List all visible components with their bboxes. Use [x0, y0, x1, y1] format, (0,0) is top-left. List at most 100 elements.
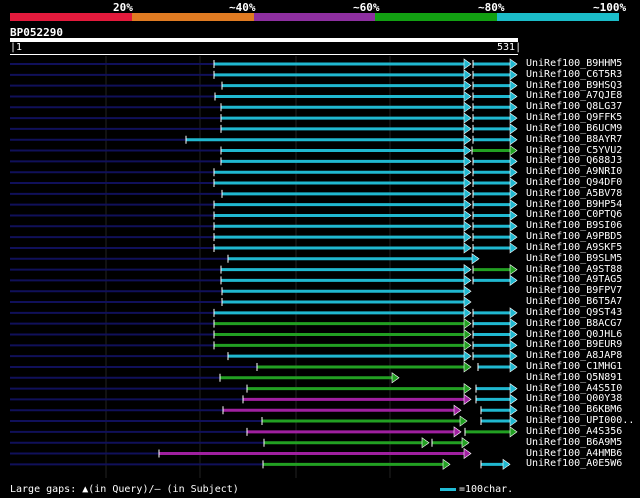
- hit-label-link[interactable]: UniRef100_B8AYR7: [526, 134, 622, 145]
- segment-arrow: [463, 69, 472, 81]
- segment-arrow: [463, 209, 472, 222]
- segment-arrow: [509, 231, 518, 243]
- hit-label-link[interactable]: UniRef100_Q0JHL6: [526, 329, 622, 340]
- hit-label-link[interactable]: UniRef100_Q688J3: [526, 155, 622, 166]
- segment-arrow: [463, 307, 472, 319]
- segment-arrow: [463, 177, 472, 189]
- segment-arrow: [509, 58, 518, 70]
- segment-arrow: [463, 328, 472, 341]
- hit-label-link[interactable]: UniRef100_A9ST88: [526, 264, 622, 275]
- segment-arrow: [463, 296, 472, 308]
- scale-text: =100char.: [459, 484, 514, 495]
- hit-label-link[interactable]: UniRef100_B8ACG7: [526, 318, 622, 329]
- segment-arrow: [463, 220, 472, 232]
- segment-arrow: [463, 58, 472, 70]
- hit-label-link[interactable]: UniRef100_B6T5A7: [526, 296, 622, 307]
- hit-label-link[interactable]: UniRef100_A9SKF5: [526, 242, 622, 253]
- segment-arrow: [463, 199, 472, 211]
- hit-label-link[interactable]: UniRef100_Q8LG37: [526, 101, 622, 112]
- hit-label-link[interactable]: UniRef100_B6UCM9: [526, 123, 622, 134]
- hit-label-link[interactable]: UniRef100_C5YVU2: [526, 145, 622, 156]
- segment-arrow: [463, 155, 472, 167]
- segment-arrow: [459, 415, 468, 427]
- hit-label-link[interactable]: UniRef100_A5BV78: [526, 188, 622, 199]
- segment-arrow: [509, 220, 518, 232]
- segment-arrow: [509, 361, 518, 373]
- hit-label-link[interactable]: UniRef100_A9PBD5: [526, 231, 622, 242]
- segment-arrow: [391, 372, 400, 384]
- hit-label-link[interactable]: UniRef100_A8JAP8: [526, 350, 622, 361]
- segment-arrow: [463, 274, 472, 286]
- hit-label-link[interactable]: UniRef100_A9TAG5: [526, 274, 622, 285]
- segment-arrow: [509, 144, 518, 157]
- segment-arrow: [509, 383, 518, 395]
- segment-arrow: [509, 209, 518, 222]
- hit-label-link[interactable]: UniRef100_C6T5R3: [526, 69, 622, 80]
- segment-arrow: [509, 328, 518, 341]
- hit-label-link[interactable]: UniRef100_B9SLM5: [526, 253, 622, 264]
- segment-arrow: [463, 101, 472, 113]
- gaps-legend: Large gaps: ▲(in Query)/— (in Subject): [10, 484, 239, 495]
- hit-label-link[interactable]: UniRef100_B9HP54: [526, 199, 622, 210]
- segment-arrow: [463, 80, 472, 92]
- hit-label-link[interactable]: UniRef100_B9HHM5: [526, 58, 622, 69]
- segment-arrow: [509, 199, 518, 211]
- segment-arrow: [509, 112, 518, 124]
- segment-arrow: [463, 231, 472, 243]
- segment-arrow: [502, 458, 511, 470]
- segment-arrow: [463, 285, 472, 297]
- hit-label-link[interactable]: UniRef100_Q9FFK5: [526, 112, 622, 123]
- segment-arrow: [509, 307, 518, 319]
- segment-arrow: [509, 350, 518, 362]
- hit-label-link[interactable]: UniRef100_Q5N891: [526, 372, 622, 383]
- segment-arrow: [463, 90, 472, 103]
- segment-arrow: [509, 318, 518, 330]
- segment-arrow: [463, 242, 472, 254]
- segment-arrow: [463, 112, 472, 124]
- segment-arrow: [509, 188, 518, 200]
- segment-arrow: [509, 404, 518, 416]
- hit-label-link[interactable]: UniRef100_C0PTQ6: [526, 209, 622, 220]
- hit-label-link[interactable]: UniRef100_A4HMB6: [526, 448, 622, 459]
- segment-arrow: [463, 166, 472, 178]
- segment-arrow: [471, 253, 480, 265]
- segment-arrow: [509, 155, 518, 167]
- segment-arrow: [453, 426, 462, 438]
- hit-label-link[interactable]: UniRef100_Q94DF0: [526, 177, 622, 188]
- hit-label-link[interactable]: UniRef100_C1MHG1: [526, 361, 622, 372]
- segment-arrow: [461, 437, 470, 449]
- segment-arrow: [463, 447, 472, 460]
- segment-arrow: [509, 69, 518, 81]
- hit-label-link[interactable]: UniRef100_A4S5I0: [526, 383, 622, 394]
- hit-label-link[interactable]: UniRef100_B6KBM6: [526, 404, 622, 415]
- segment-arrow: [509, 242, 518, 254]
- hit-label-link[interactable]: UniRef100_A7QJE8: [526, 90, 622, 101]
- hit-label-link[interactable]: UniRef100_A9NRI0: [526, 166, 622, 177]
- segment-arrow: [463, 393, 472, 406]
- segment-arrow: [463, 339, 472, 351]
- hit-label-link[interactable]: UniRef100_Q00Y38: [526, 393, 622, 404]
- hit-label-link[interactable]: UniRef100_Q9ST43: [526, 307, 622, 318]
- hit-label-link[interactable]: UniRef100_B6A9M5: [526, 437, 622, 448]
- hit-label-link[interactable]: UniRef100_A4S356: [526, 426, 622, 437]
- segment-arrow: [463, 134, 472, 146]
- segment-arrow: [421, 437, 430, 449]
- hit-label-link[interactable]: UniRef100_UPI000..: [526, 415, 634, 426]
- segment-arrow: [509, 263, 518, 276]
- segment-arrow: [509, 101, 518, 113]
- hit-label-link[interactable]: UniRef100_B9FPV7: [526, 285, 622, 296]
- hit-label-link[interactable]: UniRef100_B9SI06: [526, 220, 622, 231]
- segment-arrow: [509, 123, 518, 135]
- hit-label-link[interactable]: UniRef100_B9EUR9: [526, 339, 622, 350]
- hit-label-link[interactable]: UniRef100_B9HSQ3: [526, 80, 622, 91]
- segment-arrow: [509, 80, 518, 92]
- segment-arrow: [463, 361, 472, 373]
- segment-arrow: [442, 458, 451, 470]
- hit-label-link[interactable]: UniRef100_A0E5W6: [526, 458, 622, 469]
- scale-bar: [440, 488, 456, 491]
- segment-arrow: [509, 426, 518, 438]
- segment-arrow: [463, 144, 472, 157]
- segment-arrow: [509, 90, 518, 103]
- segment-arrow: [463, 188, 472, 200]
- segment-arrow: [463, 263, 472, 276]
